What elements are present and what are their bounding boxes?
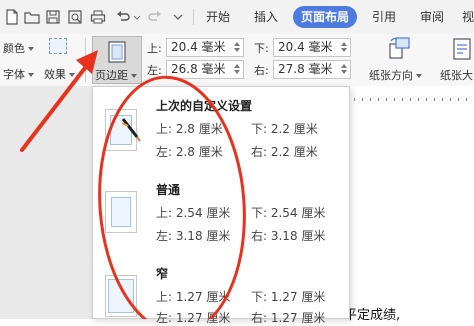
document-body-text: 平定成绩,	[344, 308, 401, 323]
bottom-margin-value: 20.4 毫米	[278, 40, 333, 54]
more-icon[interactable]	[173, 9, 183, 25]
preset-top-value: 上: 2.8 厘米	[156, 122, 223, 136]
margin-preset-normal[interactable]: 普通 上: 2.54 厘米 下: 2.54 厘米 左: 3.18 厘米 右: 3…	[93, 175, 349, 247]
preset-left-value: 左: 2.8 厘米	[156, 145, 223, 159]
top-margin-label: 上:	[147, 42, 162, 55]
bottom-margin-spinner[interactable]	[340, 41, 348, 54]
theme-fonts-button[interactable]: 字体	[3, 66, 34, 82]
undo-icon[interactable]	[115, 9, 131, 25]
ribbon-divider	[85, 38, 86, 82]
page-thumbnail-icon	[105, 191, 137, 233]
toolbar-divider	[193, 9, 194, 25]
new-document-icon[interactable]	[4, 9, 20, 25]
preset-right-value: 右: 1.27 厘米	[251, 311, 326, 325]
preset-title: 窄	[156, 267, 169, 281]
left-margin-label: 左:	[147, 64, 162, 77]
top-margin-value: 20.4 毫米	[171, 40, 226, 54]
left-margin-spinner[interactable]	[233, 63, 241, 76]
tab-insert[interactable]: 插入	[254, 7, 278, 27]
print-preview-icon[interactable]	[67, 9, 83, 25]
tab-start[interactable]: 开始	[206, 7, 230, 27]
redo-icon[interactable]	[147, 9, 163, 25]
paper-size-button[interactable]: 纸张大	[440, 67, 473, 83]
margin-preset-last-custom[interactable]: 上次的自定义设置 上: 2.8 厘米 下: 2.2 厘米 左: 2.8 厘米 右…	[93, 87, 349, 165]
left-margin-input[interactable]: 26.8 毫米	[166, 60, 244, 79]
tab-references[interactable]: 引用	[372, 7, 396, 27]
document-page[interactable]: 平定成绩,	[330, 86, 474, 323]
preset-right-value: 右: 2.2 厘米	[251, 145, 318, 159]
top-margin-input[interactable]: 20.4 毫米	[166, 38, 244, 57]
preset-left-value: 左: 3.18 厘米	[156, 229, 231, 243]
margin-preset-narrow[interactable]: 窄 上: 1.27 厘米 下: 1.27 厘米 左: 1.27 厘米 右: 1.…	[93, 259, 349, 325]
margins-icon	[108, 41, 126, 67]
preset-bottom-value: 下: 1.27 厘米	[251, 290, 326, 304]
quick-access-toolbar: 开始 插入 页面布局 引用 审阅 视	[0, 0, 474, 34]
preset-left-value: 左: 1.27 厘米	[156, 311, 231, 325]
print-icon[interactable]	[90, 9, 106, 25]
preset-bottom-value: 下: 2.54 厘米	[251, 206, 326, 220]
preset-title: 普通	[156, 183, 181, 197]
theme-colors-button[interactable]: 颜色	[3, 40, 34, 56]
theme-effects-button[interactable]: 效果	[44, 66, 75, 82]
right-margin-label: 右:	[254, 64, 269, 77]
undo-dropdown-icon[interactable]	[133, 9, 141, 25]
margins-label[interactable]: 页边距	[95, 67, 137, 83]
page-thumbnail-icon	[105, 275, 137, 317]
paper-size-icon[interactable]	[452, 37, 472, 65]
tab-review[interactable]: 审阅	[420, 7, 444, 27]
bottom-margin-label: 下:	[254, 42, 269, 55]
right-margin-value: 27.8 毫米	[278, 62, 333, 76]
ribbon: 颜色 字体 效果 页边距 上: 20.4 毫米 左: 26.8 毫米 下: 20…	[0, 34, 474, 87]
pen-icon	[121, 117, 143, 147]
preset-right-value: 右: 3.18 厘米	[251, 229, 326, 243]
right-margin-spinner[interactable]	[340, 63, 348, 76]
tab-view[interactable]: 视	[462, 7, 474, 27]
orientation-icon[interactable]	[387, 36, 411, 64]
save-icon[interactable]	[45, 9, 61, 25]
preset-bottom-value: 下: 2.2 厘米	[251, 122, 318, 136]
left-margin-value: 26.8 毫米	[171, 62, 226, 76]
orientation-button[interactable]: 纸张方向	[369, 67, 422, 83]
horizontal-ruler	[354, 98, 467, 101]
margins-dropdown: 上次的自定义设置 上: 2.8 厘米 下: 2.2 厘米 左: 2.8 厘米 右…	[92, 86, 350, 325]
page-border-icon[interactable]	[49, 38, 67, 54]
right-margin-input[interactable]: 27.8 毫米	[273, 60, 351, 79]
tab-page-layout[interactable]: 页面布局	[293, 6, 357, 28]
preset-top-value: 上: 2.54 厘米	[156, 206, 231, 220]
preset-title: 上次的自定义设置	[156, 99, 253, 113]
bottom-margin-input[interactable]: 20.4 毫米	[273, 38, 351, 57]
preset-top-value: 上: 1.27 厘米	[156, 290, 231, 304]
open-folder-icon[interactable]	[24, 9, 40, 25]
top-margin-spinner[interactable]	[233, 41, 241, 54]
